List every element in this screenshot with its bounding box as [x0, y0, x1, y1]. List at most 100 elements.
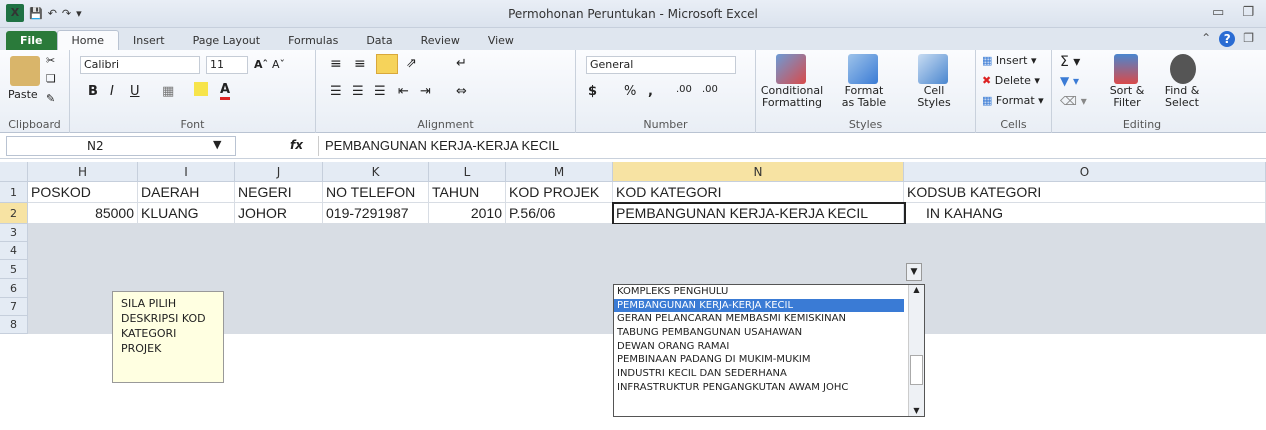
- column-header-j[interactable]: J: [235, 162, 323, 182]
- italic-button[interactable]: I: [110, 84, 114, 99]
- column-header-l[interactable]: L: [429, 162, 506, 182]
- font-name-select[interactable]: Calibri: [80, 56, 200, 74]
- cell-empty[interactable]: [904, 298, 1266, 316]
- cell-k1[interactable]: NO TELEFON: [323, 182, 429, 203]
- column-header-i[interactable]: I: [138, 162, 235, 182]
- align-center-icon[interactable]: ☰: [352, 84, 364, 99]
- font-size-select[interactable]: 11: [206, 56, 248, 74]
- cell-i2[interactable]: KLUANG: [138, 203, 235, 224]
- currency-button[interactable]: $: [588, 84, 597, 99]
- tab-insert[interactable]: Insert: [119, 31, 179, 50]
- wrap-text-icon[interactable]: ↵: [456, 56, 467, 71]
- column-header-m[interactable]: M: [506, 162, 613, 182]
- orientation-icon[interactable]: ⇗: [406, 56, 417, 71]
- underline-button[interactable]: U: [130, 84, 140, 99]
- dropdown-option[interactable]: KOMPLEKS PENGHULU: [614, 285, 904, 299]
- select-all-corner[interactable]: [0, 162, 28, 182]
- cell-h2[interactable]: 85000: [28, 203, 138, 224]
- name-box-dropdown-icon[interactable]: ▼: [213, 138, 221, 151]
- row-header-5[interactable]: 5: [0, 260, 28, 279]
- help-icon[interactable]: ?: [1219, 31, 1236, 47]
- comma-button[interactable]: ,: [648, 84, 653, 99]
- middle-align-icon[interactable]: ≡: [354, 56, 366, 72]
- row-header-3[interactable]: 3: [0, 224, 28, 242]
- sort-filter-icon[interactable]: [1114, 54, 1138, 84]
- column-header-k[interactable]: K: [323, 162, 429, 182]
- delete-cells-button[interactable]: ✖ Delete ▾: [982, 74, 1040, 87]
- cell-empty[interactable]: [506, 224, 613, 334]
- tab-file[interactable]: File: [6, 31, 57, 50]
- row-header-1[interactable]: 1: [0, 182, 28, 203]
- decrease-decimal-button[interactable]: .00: [702, 84, 718, 95]
- workbook-restore-icon[interactable]: ❐: [1243, 31, 1254, 47]
- format-as-table-icon[interactable]: [848, 54, 878, 84]
- cell-empty[interactable]: [904, 242, 1266, 260]
- formula-input[interactable]: PEMBANGUNAN KERJA-KERJA KECIL: [318, 136, 1262, 156]
- cell-empty[interactable]: [235, 224, 323, 334]
- top-align-icon[interactable]: ≡: [330, 56, 342, 72]
- scroll-down-icon[interactable]: ▼: [909, 406, 924, 415]
- minimize-icon[interactable]: ▭: [1212, 5, 1224, 20]
- column-header-h[interactable]: H: [28, 162, 138, 182]
- cell-j1[interactable]: NEGERI: [235, 182, 323, 203]
- fill-color-icon[interactable]: [194, 82, 208, 96]
- cell-h1[interactable]: POSKOD: [28, 182, 138, 203]
- cell-m1[interactable]: KOD PROJEK: [506, 182, 613, 203]
- increase-decimal-button[interactable]: .00: [676, 84, 692, 95]
- clear-icon[interactable]: ⌫ ▾: [1060, 94, 1087, 108]
- row-header-6[interactable]: 6: [0, 279, 28, 298]
- cell-empty[interactable]: [28, 242, 138, 260]
- restore-icon[interactable]: ❐: [1242, 5, 1254, 20]
- increase-indent-icon[interactable]: ⇥: [420, 84, 431, 99]
- dropdown-option[interactable]: GERAN PELANCARAN MEMBASMI KEMISKINAN: [614, 312, 904, 326]
- ribbon-minimize-icon[interactable]: ⌃: [1201, 31, 1211, 47]
- cell-i1[interactable]: DAERAH: [138, 182, 235, 203]
- name-box[interactable]: N2: [6, 136, 236, 156]
- grow-font-icon[interactable]: Aˆ: [254, 58, 268, 71]
- dropdown-option[interactable]: DEWAN ORANG RAMAI: [614, 340, 904, 354]
- dropdown-option[interactable]: INFRASTRUKTUR PENGANGKUTAN AWAM JOHC: [614, 381, 904, 395]
- cell-empty[interactable]: [323, 224, 429, 334]
- format-cells-button[interactable]: ▦ Format ▾: [982, 94, 1044, 107]
- cell-empty[interactable]: [904, 279, 1266, 298]
- conditional-formatting-icon[interactable]: [776, 54, 806, 84]
- merge-center-icon[interactable]: ⇔: [456, 84, 467, 99]
- cell-styles-icon[interactable]: [918, 54, 948, 84]
- scroll-up-icon[interactable]: ▲: [909, 285, 924, 294]
- row-header-8[interactable]: 8: [0, 316, 28, 334]
- autosum-icon[interactable]: Σ ▾: [1060, 54, 1080, 70]
- cell-empty[interactable]: [904, 260, 1266, 279]
- fill-icon[interactable]: ▼ ▾: [1060, 74, 1079, 88]
- tab-home[interactable]: Home: [56, 30, 119, 50]
- font-color-icon[interactable]: A: [220, 82, 231, 100]
- tab-data[interactable]: Data: [352, 31, 406, 50]
- align-left-icon[interactable]: ☰: [330, 84, 342, 99]
- cell-o2[interactable]: IN KAHANG: [904, 203, 1266, 224]
- dropdown-option[interactable]: PEMBINAAN PADANG DI MUKIM-MUKIM: [614, 353, 904, 367]
- dropdown-option[interactable]: TABUNG PEMBANGUNAN USAHAWAN: [614, 326, 904, 340]
- cell-m2[interactable]: P.56/06: [506, 203, 613, 224]
- paste-icon[interactable]: [10, 56, 40, 86]
- find-select-icon[interactable]: [1170, 54, 1196, 84]
- percent-button[interactable]: %: [624, 84, 636, 99]
- cell-empty[interactable]: [28, 224, 138, 242]
- cell-empty[interactable]: [429, 224, 506, 334]
- cell-l1[interactable]: TAHUN: [429, 182, 506, 203]
- cell-j2[interactable]: JOHOR: [235, 203, 323, 224]
- tab-page-layout[interactable]: Page Layout: [179, 31, 275, 50]
- scroll-thumb[interactable]: [910, 355, 923, 385]
- cell-empty[interactable]: [904, 316, 1266, 334]
- cell-empty[interactable]: [904, 224, 1266, 242]
- cell-empty[interactable]: [28, 260, 138, 279]
- copy-icon[interactable]: ❏: [46, 72, 56, 85]
- column-header-n[interactable]: N: [613, 162, 904, 182]
- bottom-align-icon[interactable]: [376, 54, 398, 74]
- shrink-font-icon[interactable]: Aˇ: [272, 58, 285, 71]
- tab-formulas[interactable]: Formulas: [274, 31, 352, 50]
- format-painter-icon[interactable]: ✎: [46, 92, 55, 105]
- dropdown-option[interactable]: INDUSTRI KECIL DAN SEDERHANA: [614, 367, 904, 381]
- align-right-icon[interactable]: ☰: [374, 84, 386, 99]
- row-header-2[interactable]: 2: [0, 203, 28, 224]
- cell-n1[interactable]: KOD KATEGORI: [613, 182, 904, 203]
- borders-icon[interactable]: ▦: [162, 84, 174, 99]
